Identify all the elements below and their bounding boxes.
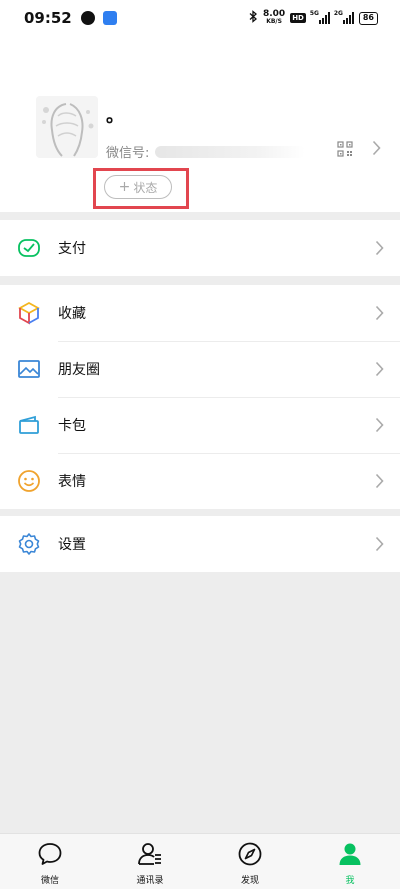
tab-label: 微信 [40, 876, 59, 886]
network-speed-value: 8.00 [262, 9, 286, 19]
tab-label: 我 [345, 876, 355, 886]
chevron-right-icon [375, 417, 384, 437]
status-time: 09:52 [24, 9, 72, 27]
qr-code-icon[interactable] [337, 141, 353, 157]
menu-label-moments: 朋友圈 [58, 362, 100, 378]
notification-app-icon [80, 11, 95, 25]
chevron-right-icon [375, 240, 384, 260]
chat-bubble-icon [37, 841, 63, 871]
signal-5g-icon: 5G [310, 10, 330, 24]
status-right-icons: 8.00 KB/S HD 5G 2G 86 [249, 10, 378, 26]
network-speed-unit: KB/S [266, 18, 282, 25]
tab-discover[interactable]: 发现 [200, 834, 300, 889]
menu-group-pay: 支付 [0, 220, 400, 276]
menu-label-favorites: 收藏 [58, 306, 86, 322]
favorites-cube-icon [17, 301, 41, 325]
network-speed: 8.00 KB/S [263, 10, 285, 26]
menu-item-pay[interactable]: 支付 [0, 220, 400, 276]
tab-label: 发现 [240, 876, 259, 886]
tab-contacts[interactable]: 通讯录 [100, 834, 200, 889]
menu-item-moments[interactable]: 朋友圈 [0, 341, 400, 397]
battery-indicator: 86 [358, 11, 378, 25]
tab-chats[interactable]: 微信 [0, 834, 100, 889]
chevron-right-icon [375, 361, 384, 381]
card-wallet-icon [17, 413, 41, 437]
wechat-id-row: 微信号: [106, 142, 306, 161]
menu-item-favorites[interactable]: 收藏 [0, 285, 400, 341]
tab-me[interactable]: 我 [300, 834, 400, 889]
menu-item-settings[interactable]: 设置 [0, 516, 400, 572]
wechat-id-label: 微信号: [106, 146, 150, 161]
signal-2g-icon: 2G [334, 10, 354, 24]
menu-label-stickers: 表情 [58, 474, 86, 490]
menu-group-main: 收藏 朋友圈 卡包 表情 [0, 285, 400, 509]
menu-item-cards[interactable]: 卡包 [0, 397, 400, 453]
gear-icon [17, 532, 41, 556]
status-button-label: 状态 [133, 180, 158, 195]
compass-icon [237, 841, 263, 871]
add-status-button[interactable]: + 状态 [104, 175, 172, 199]
notification-app-icon-blue [102, 11, 117, 25]
menu-group-settings: 设置 [0, 516, 400, 572]
profile-nickname: 。 [106, 106, 124, 127]
profile-header[interactable]: 。 微信号: + 状态 [0, 36, 400, 212]
plus-icon: + [118, 179, 131, 195]
menu-label-settings: 设置 [58, 537, 86, 553]
bluetooth-icon [249, 10, 258, 26]
smiley-icon [17, 469, 41, 493]
status-bar: 09:52 8.00 KB/S HD 5G 2G 86 [0, 0, 400, 36]
moments-image-icon [17, 357, 41, 381]
bottom-tab-bar: 微信 通讯录 发现 我 [0, 833, 400, 889]
chevron-right-icon [375, 473, 384, 493]
pay-icon [17, 236, 41, 260]
avatar[interactable] [36, 96, 98, 158]
contacts-icon [137, 841, 163, 871]
chevron-right-icon[interactable] [372, 140, 381, 160]
wechat-id-value-blurred [155, 145, 306, 158]
menu-item-stickers[interactable]: 表情 [0, 453, 400, 509]
tab-label: 通讯录 [136, 876, 164, 886]
menu-label-pay: 支付 [58, 241, 86, 257]
hd-badge: HD [290, 13, 306, 23]
profile-person-icon [337, 841, 363, 871]
chevron-right-icon [375, 536, 384, 556]
chevron-right-icon [375, 305, 384, 325]
menu-label-cards: 卡包 [58, 418, 86, 434]
